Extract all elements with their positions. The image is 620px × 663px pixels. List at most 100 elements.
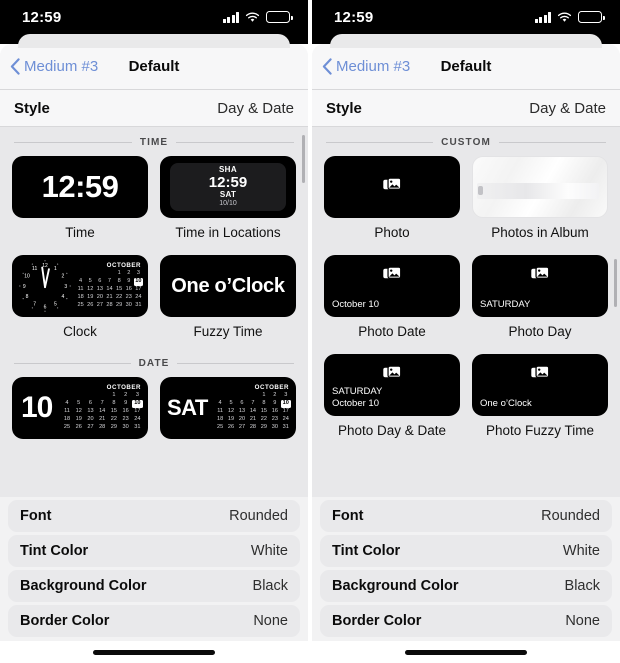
calendar-day: 14 xyxy=(249,408,257,415)
setting-value: Rounded xyxy=(541,508,600,524)
calendar-day: 13 xyxy=(87,408,94,415)
home-indicator-area-left xyxy=(0,641,308,663)
widget-preview-tile[interactable]: 121234567891011OCTOBER....12345678910111… xyxy=(12,255,148,317)
style-row[interactable]: Style Day & Date xyxy=(312,90,620,126)
calendar-day: 22 xyxy=(116,294,123,301)
widget-cell[interactable]: 12:59 Time xyxy=(12,156,148,249)
setting-row-background-color[interactable]: Background Color Black xyxy=(320,570,612,602)
calendar-day: 30 xyxy=(271,424,278,431)
widget-cell[interactable]: 10OCTOBER....123456789101112131415161718… xyxy=(12,377,148,455)
setting-row-tint-color[interactable]: Tint Color White xyxy=(8,535,300,567)
calendar-day: 15 xyxy=(110,408,118,415)
setting-row-border-color[interactable]: Border Color None xyxy=(320,605,612,637)
calendar-day: 22 xyxy=(110,416,118,423)
settings-list-left: Font Rounded Tint Color White Background Col… xyxy=(0,497,308,641)
status-bar: 12:59 xyxy=(312,0,620,34)
widget-preview-tile[interactable]: SATOCTOBER....12345678910111213141516171… xyxy=(160,377,296,439)
widget-fuzzy-text: One o’Clock xyxy=(171,274,285,297)
chevron-left-icon xyxy=(10,58,21,75)
scrollbar-left[interactable] xyxy=(302,135,305,183)
location-date: 10/10 xyxy=(219,200,237,208)
widget-preview-tile[interactable]: SHA 12:59 SAT 10/10 xyxy=(160,156,296,218)
sheet-peek xyxy=(330,34,602,48)
setting-value: White xyxy=(562,543,600,559)
calendar-day: 7 xyxy=(100,400,104,407)
widget-gallery-left[interactable]: TIME 12:59 Time SHA 12:59 SAT 10/10 Time in Loc… xyxy=(0,127,308,497)
calendar-day: 3 xyxy=(284,392,288,399)
widget-label: Clock xyxy=(63,324,97,339)
widget-preview-tile[interactable]: October 10 xyxy=(324,255,460,317)
widget-cell[interactable]: One o’Clock Fuzzy Time xyxy=(160,255,296,348)
calendar-day: 21 xyxy=(106,294,113,301)
calendar-month-label: OCTOBER xyxy=(254,384,289,392)
widget-preview-tile[interactable]: 12:59 xyxy=(12,156,148,218)
setting-row-border-color[interactable]: Border Color None xyxy=(8,605,300,637)
calendar-day: 5 xyxy=(77,400,81,407)
widget-cell[interactable]: October 10 Photo Date xyxy=(324,255,460,348)
clock-calendar-split: 121234567891011OCTOBER....12345678910111… xyxy=(12,255,148,317)
section-title: DATE xyxy=(138,358,170,369)
widget-preview-tile[interactable]: SATURDAY October 10 xyxy=(324,354,460,416)
widget-cell[interactable]: SHA 12:59 SAT 10/10 Time in Locations xyxy=(160,156,296,249)
widget-cell[interactable]: Photos in Album xyxy=(472,156,608,249)
scrollbar-right[interactable] xyxy=(614,259,617,307)
calendar-day: 28 xyxy=(99,424,106,431)
widget-preview-tile[interactable]: SATURDAY xyxy=(472,255,608,317)
calendar-day: 10 xyxy=(133,278,143,286)
calendar-day: 2 xyxy=(273,392,277,399)
calendar-day: 24 xyxy=(135,294,142,301)
photo-caption: SATURDAY xyxy=(480,299,530,311)
svg-text:7: 7 xyxy=(33,302,36,308)
widget-cell[interactable]: SATURDAY October 10 Photo Day & Date xyxy=(324,354,460,447)
widget-label: Photo Day & Date xyxy=(337,423,447,438)
style-row-value: Day & Date xyxy=(529,99,606,117)
widget-cell[interactable]: 121234567891011OCTOBER....12345678910111… xyxy=(12,255,148,348)
calendar-day: 20 xyxy=(96,294,103,301)
widget-cell[interactable]: Photo xyxy=(324,156,460,249)
calendar-day: 9 xyxy=(127,278,131,285)
section-rule xyxy=(498,142,606,143)
svg-text:3: 3 xyxy=(64,284,67,290)
widget-label: Photo Day xyxy=(508,324,572,339)
photo-stack-icon xyxy=(383,365,402,386)
widget-label: Photo Fuzzy Time xyxy=(485,423,595,438)
widget-cell[interactable]: One o’Clock Photo Fuzzy Time xyxy=(472,354,608,447)
calendar-day: 27 xyxy=(87,424,94,431)
widget-preview-tile[interactable]: One o’Clock xyxy=(160,255,296,317)
calendar-day: 8 xyxy=(112,400,116,407)
setting-row-background-color[interactable]: Background Color Black xyxy=(8,570,300,602)
calendar-day: 11 xyxy=(217,408,223,415)
setting-value: Black xyxy=(564,578,600,594)
setting-row-font[interactable]: Font Rounded xyxy=(320,500,612,532)
widget-gallery-right[interactable]: CUSTOM Photo Photos in Album October 10 Phot… xyxy=(312,127,620,497)
setting-label: Tint Color xyxy=(332,543,401,559)
widget-cell[interactable]: SATURDAY Photo Day xyxy=(472,255,608,348)
setting-row-font[interactable]: Font Rounded xyxy=(8,500,300,532)
widget-preview-tile[interactable]: 10OCTOBER....123456789101112131415161718… xyxy=(12,377,148,439)
setting-label: Font xyxy=(332,508,364,524)
calendar-day: 9 xyxy=(273,400,277,407)
home-indicator[interactable] xyxy=(405,649,527,655)
svg-text:4: 4 xyxy=(62,294,65,300)
style-row[interactable]: Style Day & Date xyxy=(0,90,308,126)
setting-row-tint-color[interactable]: Tint Color White xyxy=(320,535,612,567)
home-indicator[interactable] xyxy=(93,649,215,655)
calendar-day: 26 xyxy=(227,424,235,431)
back-button[interactable]: Medium #3 xyxy=(10,58,98,75)
date-big-text: SAT xyxy=(167,395,208,420)
status-bar-clock: 12:59 xyxy=(334,8,374,26)
calendar-day: 17 xyxy=(282,408,289,415)
widget-preview-tile[interactable]: One o’Clock xyxy=(472,354,608,416)
photo-caption-line: October 10 xyxy=(332,398,379,410)
section-header: DATE xyxy=(12,348,296,377)
widget-preview-tile[interactable] xyxy=(324,156,460,218)
widget-cell[interactable]: SATOCTOBER....12345678910111213141516171… xyxy=(160,377,296,455)
date-calendar-split: 10OCTOBER....123456789101112131415161718… xyxy=(12,377,148,439)
calendar-day: 20 xyxy=(87,416,94,423)
calendar-day: 3 xyxy=(135,392,139,399)
calendar-day: 20 xyxy=(238,416,246,423)
calendar-panel: OCTOBER....12345678910111213141516171819… xyxy=(212,384,291,432)
calendar-day: 11 xyxy=(77,286,84,293)
back-button[interactable]: Medium #3 xyxy=(322,58,410,75)
widget-preview-tile[interactable] xyxy=(472,156,608,218)
